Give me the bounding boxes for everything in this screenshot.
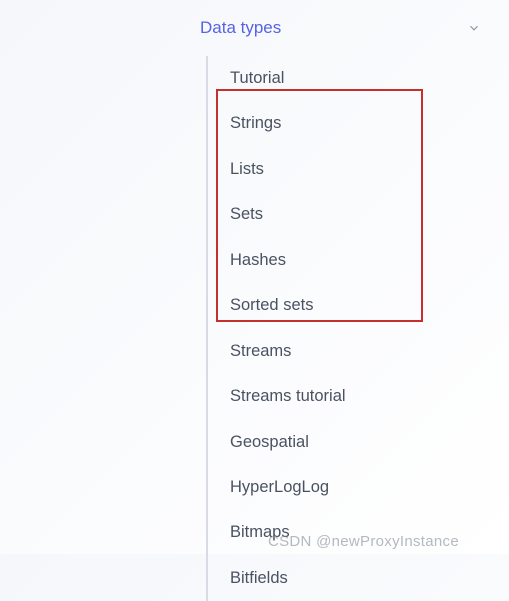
nav-item-list: Tutorial Strings Lists Sets Hashes Sorte… [206, 56, 489, 601]
nav-section-title: Data types [200, 18, 281, 38]
chevron-down-icon [467, 21, 481, 35]
sidebar-nav: Data types Tutorial Strings Lists Sets H… [0, 0, 509, 601]
nav-item-lists[interactable]: Lists [208, 147, 489, 192]
nav-item-hashes[interactable]: Hashes [208, 238, 489, 283]
nav-item-hyperloglog[interactable]: HyperLogLog [208, 465, 489, 510]
nav-item-bitfields[interactable]: Bitfields [208, 556, 489, 601]
nav-item-sorted-sets[interactable]: Sorted sets [208, 283, 489, 328]
nav-item-strings[interactable]: Strings [208, 101, 489, 146]
nav-section-header[interactable]: Data types [200, 18, 489, 38]
nav-item-geospatial[interactable]: Geospatial [208, 420, 489, 465]
nav-item-sets[interactable]: Sets [208, 192, 489, 237]
nav-item-tutorial[interactable]: Tutorial [208, 56, 489, 101]
nav-item-streams[interactable]: Streams [208, 329, 489, 374]
watermark-text: CSDN @newProxyInstance [268, 533, 459, 550]
nav-item-streams-tutorial[interactable]: Streams tutorial [208, 374, 489, 419]
